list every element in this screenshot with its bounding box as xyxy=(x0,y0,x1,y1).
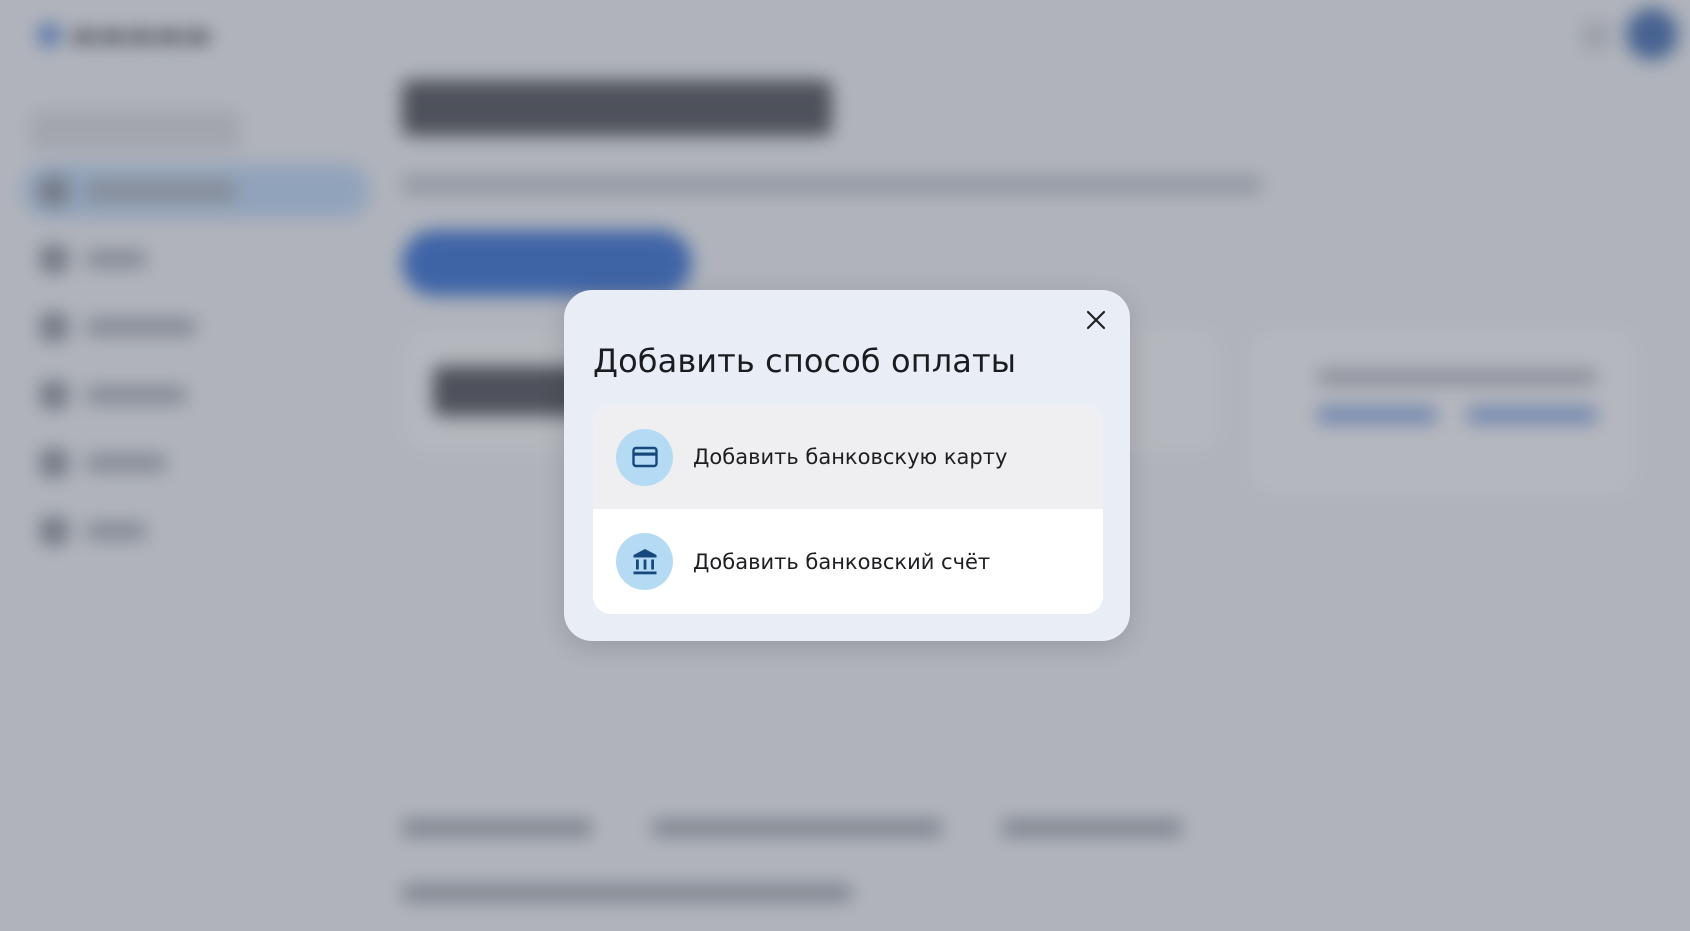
close-button[interactable] xyxy=(1076,300,1116,340)
add-bank-account-label: Добавить банковский счёт xyxy=(693,549,991,574)
add-payment-method-dialog: Добавить способ оплаты Добавить банковск… xyxy=(564,290,1130,641)
payment-options-list: Добавить банковскую карту Добавить банко… xyxy=(593,405,1103,614)
dialog-title: Добавить способ оплаты xyxy=(593,342,1017,380)
add-bank-card-option[interactable]: Добавить банковскую карту xyxy=(593,405,1103,509)
add-bank-account-option[interactable]: Добавить банковский счёт xyxy=(593,509,1103,614)
close-icon xyxy=(1086,310,1106,330)
bank-icon xyxy=(616,533,673,590)
credit-card-icon xyxy=(616,428,673,486)
add-bank-card-label: Добавить банковскую карту xyxy=(693,445,1008,469)
